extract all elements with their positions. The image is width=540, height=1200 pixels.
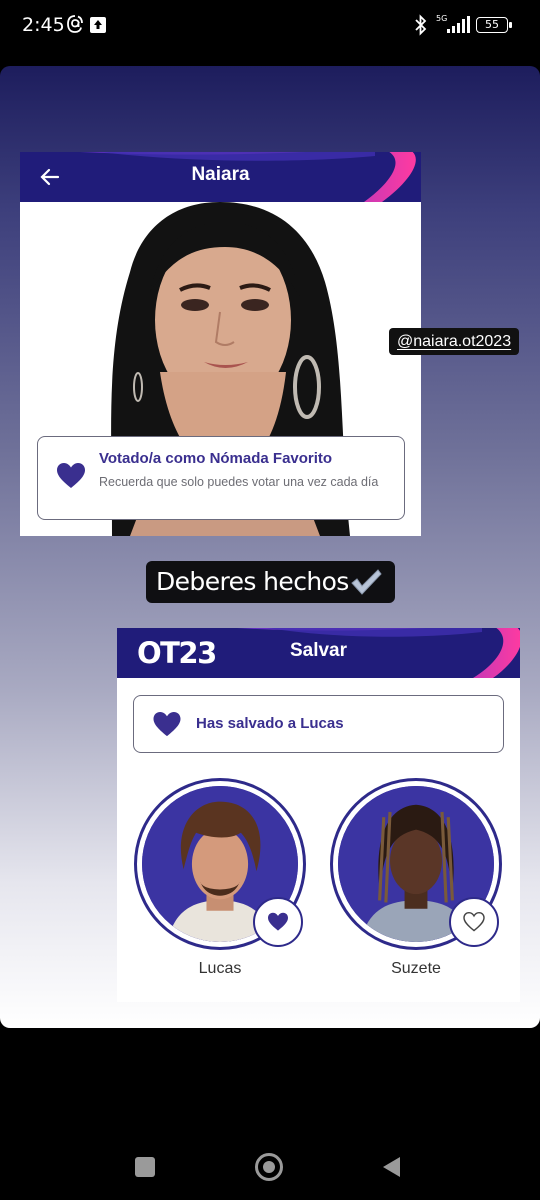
vote-subtitle: Recuerda que solo puedes votar una vez c… — [99, 475, 379, 489]
candidate-suzete[interactable]: Suzete — [330, 778, 502, 978]
vote-screenshot: Naiara Votado/a como Nómada Favorito Rec… — [20, 152, 421, 536]
candidate-lucas[interactable]: Lucas — [134, 778, 306, 978]
candidate-avatar[interactable] — [330, 778, 502, 950]
story-card: Naiara Votado/a como Nómada Favorito Rec… — [0, 66, 540, 1028]
bluetooth-icon — [415, 14, 427, 36]
page-title: Salvar — [289, 640, 348, 661]
page-title: Naiara — [191, 164, 250, 185]
status-bar: 2:45 5G 55 — [0, 0, 540, 52]
heart-filled-icon — [57, 463, 85, 488]
saved-message: Has salvado a Lucas — [196, 715, 344, 732]
navigation-bar — [0, 1130, 540, 1200]
threads-icon — [67, 15, 83, 33]
caption-text: Deberes hechos — [156, 567, 349, 596]
app-header: OT23 Salvar — [117, 628, 520, 678]
vote-confirmation-card: Votado/a como Nómada Favorito Recuerda q… — [37, 436, 405, 520]
heart-filled-icon — [268, 912, 288, 931]
recent-apps-button[interactable] — [135, 1157, 155, 1177]
back-button[interactable] — [380, 1155, 402, 1179]
candidate-name: Lucas — [198, 960, 242, 977]
app-header: Naiara — [20, 152, 421, 202]
save-screenshot: OT23 Salvar Has salvado a Lucas Lucas Su… — [117, 628, 520, 1002]
candidate-avatar[interactable] — [134, 778, 306, 950]
heart-outline-icon — [463, 912, 485, 932]
candidate-name: Suzete — [391, 960, 441, 977]
home-button[interactable] — [255, 1153, 283, 1181]
vote-heart-button[interactable] — [253, 897, 303, 947]
signal-icon — [447, 16, 470, 33]
check-mark-icon — [351, 569, 382, 595]
heart-filled-icon — [153, 711, 181, 737]
mention-sticker[interactable]: @naiara.ot2023 — [389, 328, 520, 355]
status-time: 2:45 — [22, 14, 65, 36]
caption-sticker: Deberes hechos — [146, 561, 395, 603]
vote-heart-button[interactable] — [449, 897, 499, 947]
vote-title: Votado/a como Nómada Favorito — [99, 450, 333, 467]
saved-confirmation-card: Has salvado a Lucas — [133, 695, 504, 753]
upload-icon — [90, 17, 106, 33]
battery-icon: 55 — [476, 17, 512, 33]
